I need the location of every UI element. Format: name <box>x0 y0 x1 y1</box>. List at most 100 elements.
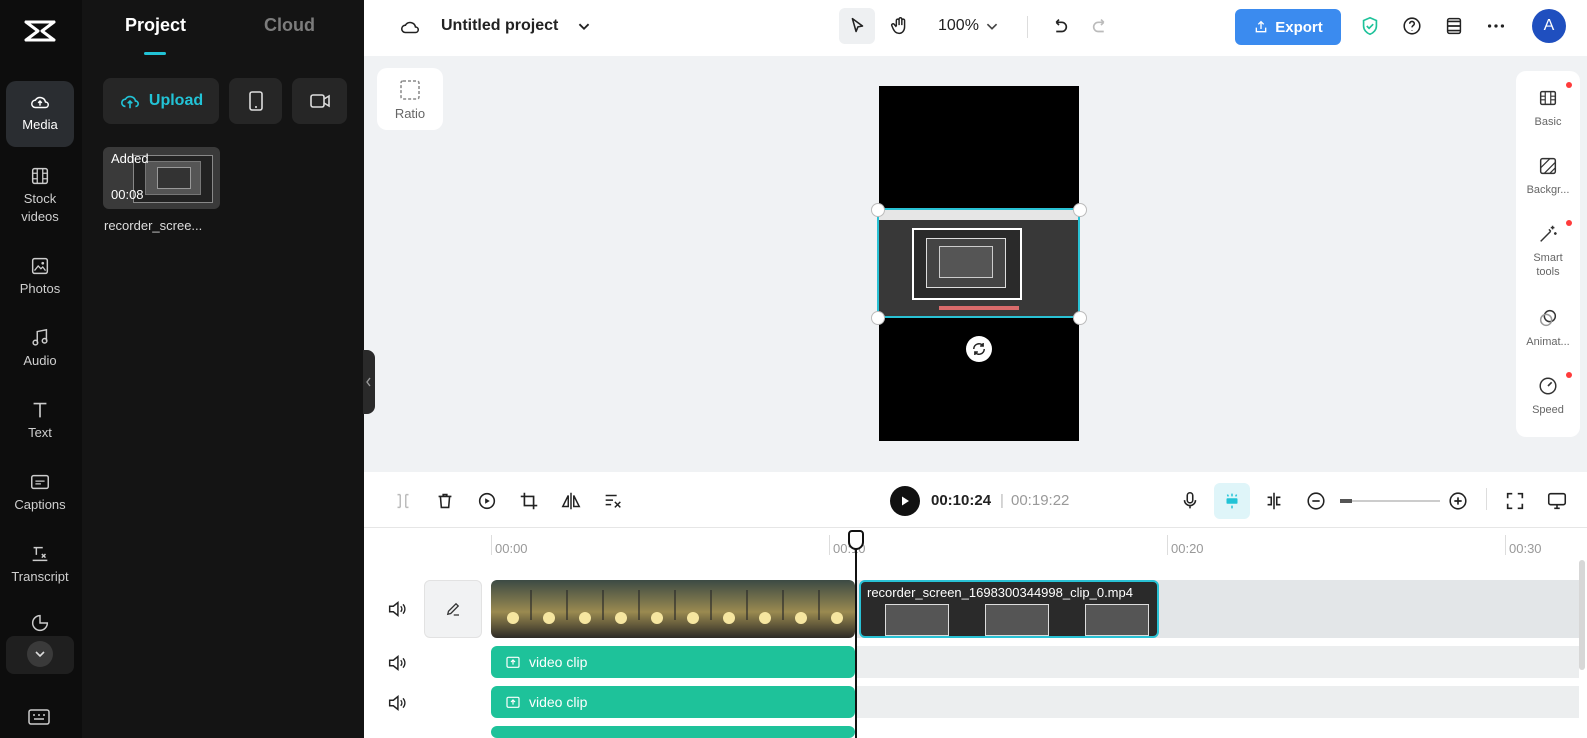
preview-monitor-icon[interactable] <box>1539 483 1575 519</box>
resize-handle-top-left[interactable] <box>871 203 885 217</box>
rail-item-captions[interactable]: Captions <box>6 471 74 514</box>
right-tool-bar: Basic Backgr... Smart tools Animat... Sp… <box>1516 71 1580 437</box>
ratio-button[interactable]: Ratio <box>377 68 443 130</box>
resize-handle-bottom-right[interactable] <box>1073 311 1087 325</box>
left-rail: Media Stock videos Photos Audio Text Cap… <box>0 0 82 738</box>
capcut-logo-icon <box>24 20 56 42</box>
ruler-major-tick <box>829 535 830 555</box>
hand-tool-button[interactable] <box>882 8 918 44</box>
tab-project[interactable]: Project <box>125 15 186 36</box>
shield-icon[interactable] <box>1352 8 1388 44</box>
playhead[interactable] <box>855 530 857 738</box>
rotate-icon[interactable] <box>966 336 992 362</box>
microphone-icon[interactable] <box>1172 483 1208 519</box>
keyboard-icon[interactable] <box>28 708 50 731</box>
rail-item-stock-videos[interactable]: Stock videos <box>6 165 74 226</box>
edit-track-button[interactable] <box>424 580 482 638</box>
film-icon <box>1539 90 1557 106</box>
track-volume-icon[interactable] <box>386 598 408 620</box>
zoom-out-icon[interactable] <box>1298 483 1334 519</box>
resize-handle-bottom-left[interactable] <box>871 311 885 325</box>
ruler-tick-label: 00:00 <box>495 541 528 556</box>
tab-cloud[interactable]: Cloud <box>264 15 315 36</box>
playhead-handle[interactable] <box>848 530 864 550</box>
undo-button[interactable] <box>1041 8 1077 44</box>
zoom-dropdown-chevron-icon[interactable] <box>974 8 1010 44</box>
layers-icon[interactable] <box>1436 8 1472 44</box>
hand-icon <box>891 17 906 35</box>
audio-clip[interactable]: video clip <box>491 686 855 718</box>
background-icon <box>1539 157 1557 175</box>
tool-label: Smart tools <box>1533 252 1563 278</box>
timeline-scrollbar[interactable] <box>1579 560 1585 670</box>
media-thumbnail[interactable]: Added 00:08 <box>103 147 220 209</box>
speed-gauge-icon <box>1539 377 1557 395</box>
audio-clip[interactable] <box>491 726 855 738</box>
record-button[interactable] <box>292 78 347 124</box>
pie-chart-icon <box>31 614 49 632</box>
ruler-major-tick <box>1505 535 1506 555</box>
export-label: Export <box>1275 18 1323 36</box>
total-time: 00:19:22 <box>1011 492 1070 509</box>
pencil-icon <box>446 602 460 616</box>
zoom-in-icon[interactable] <box>1440 483 1476 519</box>
undo-icon <box>1055 18 1068 33</box>
rail-item-text[interactable]: Text <box>6 399 74 442</box>
tool-background[interactable]: Backgr... <box>1516 155 1580 197</box>
tool-label: Speed <box>1532 404 1564 416</box>
ratio-icon <box>400 79 420 100</box>
redo-button[interactable] <box>1083 8 1119 44</box>
flip-icon[interactable] <box>553 483 589 519</box>
ruler-tick-label: 00:30 <box>1509 541 1542 556</box>
trim-icon[interactable] <box>595 483 631 519</box>
clip-filename: recorder_screen_1698300344998_clip_0.mp4 <box>867 585 1133 600</box>
transcript-icon <box>32 546 48 562</box>
animation-icon <box>1539 309 1557 327</box>
chevron-down-icon[interactable] <box>27 641 53 667</box>
replay-icon[interactable] <box>469 483 505 519</box>
rail-item-audio[interactable]: Audio <box>6 327 74 370</box>
tool-basic[interactable]: Basic <box>1516 87 1580 129</box>
tool-speed[interactable]: Speed <box>1516 375 1580 417</box>
delete-icon[interactable] <box>427 483 463 519</box>
panel-collapse-handle[interactable] <box>363 350 375 414</box>
video-clip-2[interactable]: recorder_screen_1698300344998_clip_0.mp4 <box>859 580 1159 638</box>
track-volume-icon[interactable] <box>386 652 408 674</box>
rail-item-media[interactable]: Media <box>6 81 74 147</box>
project-title[interactable]: Untitled project <box>441 17 558 35</box>
avatar[interactable]: A <box>1532 9 1566 43</box>
split-icon[interactable] <box>385 483 421 519</box>
rail-item-transcript[interactable]: Transcript <box>6 543 74 586</box>
active-tab-indicator <box>144 52 166 55</box>
zoom-slider[interactable] <box>1340 500 1440 502</box>
audio-clip[interactable]: video clip <box>491 646 855 678</box>
video-camera-icon <box>309 94 330 108</box>
rail-item-photos[interactable]: Photos <box>6 255 74 298</box>
zoom-level[interactable]: 100% <box>938 17 979 35</box>
cloud-sync-icon[interactable] <box>392 9 428 45</box>
audio-clip-label: video clip <box>529 694 588 710</box>
export-button[interactable]: Export <box>1235 9 1341 45</box>
help-icon[interactable] <box>1394 8 1430 44</box>
rail-label: Photos <box>19 281 61 296</box>
film-icon <box>31 167 49 185</box>
more-options-icon[interactable] <box>1478 8 1514 44</box>
tool-smart-tools[interactable]: Smart tools <box>1516 223 1580 279</box>
resize-handle-top-right[interactable] <box>1073 203 1087 217</box>
tool-animation[interactable]: Animat... <box>1516 307 1580 349</box>
selected-canvas-clip[interactable] <box>877 208 1080 318</box>
select-tool-button[interactable] <box>839 8 875 44</box>
crop-icon[interactable] <box>511 483 547 519</box>
phone-upload-button[interactable] <box>229 78 282 124</box>
chevron-down-icon[interactable] <box>566 8 602 44</box>
fullscreen-icon[interactable] <box>1497 483 1533 519</box>
split-clip-icon[interactable] <box>1256 483 1292 519</box>
upload-button[interactable]: Upload <box>103 78 219 124</box>
video-clip-1[interactable] <box>491 580 855 638</box>
cloud-upload-icon <box>120 95 139 109</box>
play-button[interactable] <box>890 486 920 516</box>
track-volume-icon[interactable] <box>386 692 408 714</box>
auto-snap-icon[interactable] <box>1214 483 1250 519</box>
rail-item-more-tools[interactable] <box>6 612 74 637</box>
notification-dot <box>1566 220 1572 226</box>
